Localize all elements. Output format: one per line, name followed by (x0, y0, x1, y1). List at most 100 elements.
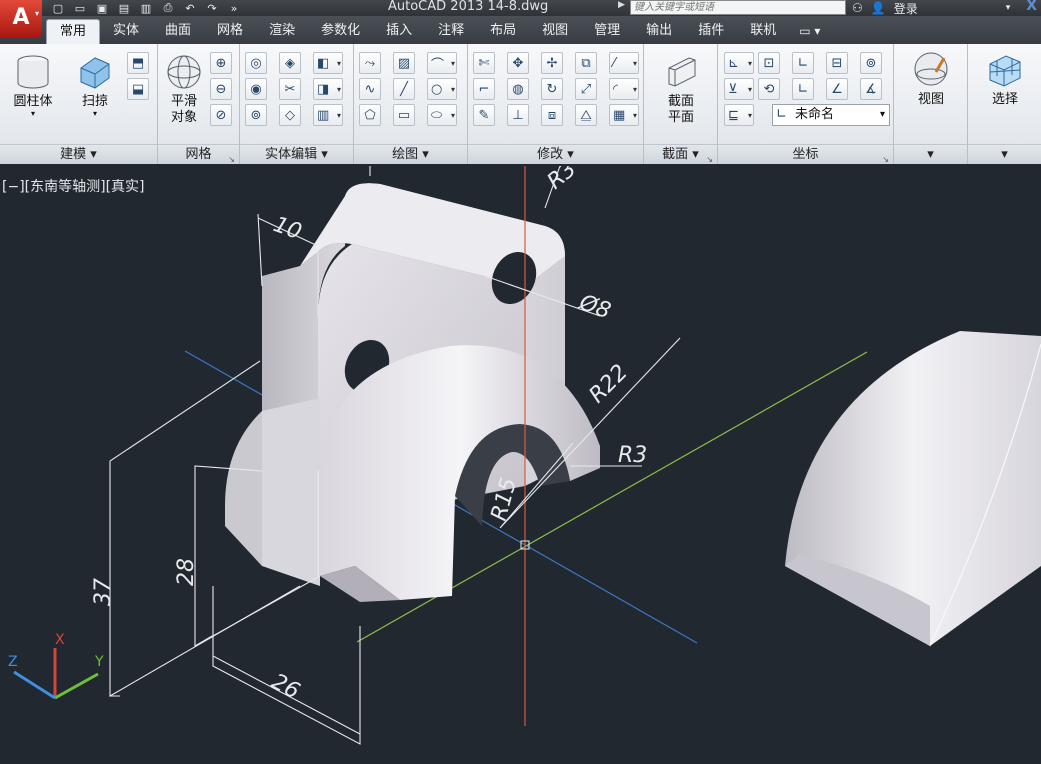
slice-icon[interactable]: ✂ (279, 78, 301, 100)
spline-icon[interactable]: ∿ (359, 78, 381, 100)
redo-icon[interactable]: ↷ (204, 2, 220, 15)
binoculars-icon[interactable]: ⚇ (852, 1, 863, 15)
panel-footer-modeling[interactable]: 建模 ▾ (0, 144, 157, 164)
thicken-icon[interactable]: ◇ (279, 104, 301, 126)
ucs-object-icon[interactable]: ⊟ (826, 52, 848, 74)
ellipse-icon[interactable]: ⬭ (427, 104, 457, 126)
tab-1[interactable]: 实体 (100, 19, 152, 44)
ucs-3point-icon[interactable]: ∡ (860, 78, 882, 100)
section-plane-button[interactable]: 截面 平面 (654, 52, 708, 126)
copy-icon[interactable]: ⧉ (575, 52, 597, 74)
ucs-world-icon[interactable]: ∟ (792, 52, 814, 74)
open-file-icon[interactable]: ▭ (72, 2, 88, 15)
tab-3[interactable]: 网格 (204, 19, 256, 44)
tab-11[interactable]: 输出 (633, 19, 685, 44)
fillet-icon[interactable]: ⌐ (473, 78, 495, 100)
tab-6[interactable]: 插入 (373, 19, 425, 44)
panel-footer-section[interactable]: 截面 ▾ ↘ (644, 144, 717, 164)
signin-link[interactable]: 登录 (894, 0, 918, 17)
save-icon[interactable]: ▣ (94, 2, 110, 15)
more-icon[interactable]: » (226, 2, 242, 15)
3d-rotate-icon[interactable]: ◍ (507, 78, 529, 100)
break-icon[interactable]: ⁄ (609, 52, 639, 74)
print-icon[interactable]: ⎙ (160, 1, 176, 15)
rectangle-icon[interactable]: ▭ (393, 104, 415, 126)
line-icon[interactable]: ╱ (393, 78, 415, 100)
view-button[interactable]: 视图 (904, 50, 958, 108)
support-block-solid[interactable] (225, 183, 600, 602)
ucs-view-icon[interactable]: ⊡ (758, 52, 780, 74)
search-input[interactable]: 键入关键字或短语 (630, 0, 846, 15)
offset-icon[interactable]: ⧈ (541, 104, 563, 126)
ucs-named-icon[interactable]: ⊑ (724, 104, 754, 126)
intersect-icon[interactable]: ⊚ (245, 104, 267, 126)
mesh-crease-icon[interactable]: ⊘ (210, 104, 232, 126)
polyline-icon[interactable]: ⤳ (359, 52, 381, 74)
extrude-faces-icon[interactable]: ◨ (313, 78, 343, 100)
rotate-icon[interactable]: ↻ (541, 78, 563, 100)
mesh-decrease-icon[interactable]: ⊖ (210, 78, 232, 100)
drawing-viewport[interactable]: [−][东南等轴测][真实] 10 Ø8 R22 R3 R15 28 37 26… (0, 166, 1041, 764)
3d-move-icon[interactable]: ✥ (507, 52, 529, 74)
undo-icon[interactable]: ↶ (182, 2, 198, 15)
tab-2[interactable]: 曲面 (152, 19, 204, 44)
tab-7[interactable]: 注释 (425, 19, 477, 44)
mirror-icon[interactable]: ⧋ (575, 104, 597, 126)
ucs-previous-icon[interactable]: ⟲ (758, 78, 780, 100)
separate-icon[interactable]: ▥ (313, 104, 343, 126)
hatch-icon[interactable]: ▨ (393, 52, 415, 74)
move-icon[interactable]: ✢ (541, 52, 563, 74)
trim-icon[interactable]: ✄ (473, 52, 495, 74)
ucs-x-icon[interactable]: ⊻ (724, 78, 754, 100)
extrude-icon[interactable]: ⬒ (127, 52, 149, 74)
panel-footer-modify[interactable]: 修改 ▾ (468, 144, 643, 164)
plot-icon[interactable]: ▥ (138, 2, 154, 15)
ucs-name-select[interactable]: ∟ 未命名 ▾ (772, 104, 890, 126)
union-icon[interactable]: ◎ (245, 52, 267, 74)
tab-13[interactable]: 联机 (737, 19, 789, 44)
sweep-button[interactable]: 扫掠 ▾ (70, 52, 120, 118)
help-icon[interactable]: X (1026, 0, 1037, 14)
tab-0[interactable]: 常用 (46, 19, 101, 44)
user-icon[interactable]: 👤 (871, 1, 886, 15)
erase-icon[interactable]: ✎ (473, 104, 495, 126)
extract-edges-icon[interactable]: ◧ (313, 52, 343, 74)
search-arrow-icon[interactable]: ▶ (618, 0, 625, 10)
ribbon-options-icon[interactable]: ▭ ▾ (789, 19, 830, 44)
arc-icon[interactable]: ⌒ (427, 52, 457, 74)
new-file-icon[interactable]: ▢ (50, 2, 66, 15)
tab-5[interactable]: 参数化 (308, 19, 373, 44)
tab-9[interactable]: 视图 (529, 19, 581, 44)
application-menu-button[interactable]: A ▾ (0, 0, 42, 38)
cylinder-dropdown-icon[interactable]: ▾ (8, 110, 58, 118)
panel-footer-draw[interactable]: 绘图 ▾ (354, 144, 467, 164)
3d-align-icon[interactable]: ⊥ (507, 104, 529, 126)
array-icon[interactable]: ▦ (609, 104, 639, 126)
selection-button[interactable]: 选择 (978, 50, 1032, 108)
smooth-object-button[interactable]: 平滑 对象 (162, 52, 206, 126)
panel-footer-solid-edit[interactable]: 实体编辑 ▾ (240, 144, 353, 164)
panel-footer-mesh[interactable]: 网格 ↘ (158, 144, 239, 164)
tab-12[interactable]: 插件 (685, 19, 737, 44)
presspull-icon[interactable]: ⬓ (127, 78, 149, 100)
subtract-icon[interactable]: ◉ (245, 78, 267, 100)
ucs-z-icon[interactable]: ∠ (826, 78, 848, 100)
shell-icon[interactable]: ◈ (279, 52, 301, 74)
ucs-origin-icon[interactable]: ⊚ (860, 52, 882, 74)
panel-footer-selection[interactable]: ▾ (968, 144, 1041, 164)
tab-10[interactable]: 管理 (581, 19, 633, 44)
half-cylinder-solid[interactable] (785, 331, 1041, 647)
sweep-dropdown-icon[interactable]: ▾ (70, 110, 120, 118)
tab-8[interactable]: 布局 (477, 19, 529, 44)
polygon-icon[interactable]: ⬠ (359, 104, 381, 126)
chamfer-icon[interactable]: ◜ (609, 78, 639, 100)
ucs-face-icon[interactable]: ∟ (792, 78, 814, 100)
panel-footer-coordinates[interactable]: 坐标 ↘ (718, 144, 893, 164)
mesh-increase-icon[interactable]: ⊕ (210, 52, 232, 74)
scale-icon[interactable]: ⤢ (575, 78, 597, 100)
cylinder-button[interactable]: 圆柱体 ▾ (8, 52, 58, 118)
dropdown-icon[interactable]: ▾ (1006, 3, 1011, 13)
panel-footer-view[interactable]: ▾ (894, 144, 967, 164)
tab-4[interactable]: 渲染 (256, 19, 308, 44)
save-as-icon[interactable]: ▤ (116, 2, 132, 15)
